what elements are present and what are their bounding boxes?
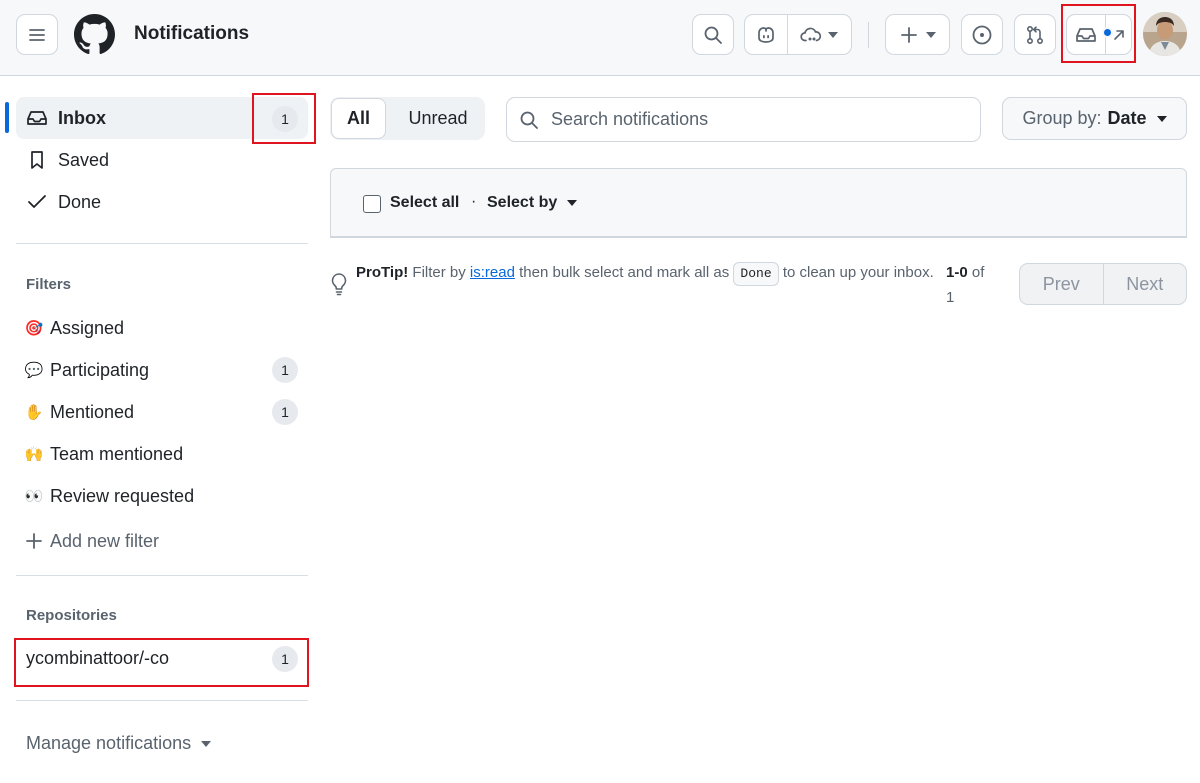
- copilot-icon: [757, 26, 774, 43]
- sidebar-item-saved[interactable]: Saved: [16, 139, 308, 181]
- sidebar-divider: [16, 700, 308, 701]
- mentioned-count-badge: 1: [272, 399, 298, 425]
- raised-hands-emoji-icon: 🙌: [24, 446, 44, 463]
- pull-requests-button[interactable]: [1014, 14, 1056, 55]
- active-indicator: [5, 102, 9, 133]
- search-button[interactable]: [692, 14, 734, 55]
- bookmark-icon: [26, 149, 48, 171]
- separator-dot: ·: [471, 193, 477, 210]
- page-title[interactable]: Notifications: [134, 23, 249, 45]
- repo-item[interactable]: ycombinattoor/-co: [26, 648, 169, 669]
- filter-label: Assigned: [50, 317, 125, 338]
- eyes-emoji-icon: 👀: [24, 488, 44, 505]
- group-by-label: Group by:: [1022, 108, 1102, 128]
- inbox-count-badge: 1: [272, 106, 298, 132]
- arrow-up-right-icon: [1113, 29, 1124, 40]
- filter-label: Review requested: [50, 485, 195, 506]
- add-filter-button[interactable]: Add new filter: [24, 526, 159, 556]
- tab-unread[interactable]: Unread: [392, 97, 484, 140]
- sidebar-divider: [16, 575, 308, 576]
- lightbulb-icon: [331, 273, 347, 296]
- filter-mentioned[interactable]: ✋ Mentioned: [24, 397, 134, 427]
- pagination-range: 1-0: [946, 264, 968, 281]
- select-by-label: Select by: [487, 194, 558, 211]
- protip-text: to clean up your inbox.: [782, 264, 934, 281]
- pagination-buttons: Prev Next: [1019, 263, 1187, 305]
- search-input[interactable]: [551, 109, 971, 130]
- plus-icon: [900, 26, 917, 43]
- issue-circle-icon: [972, 25, 992, 44]
- search-icon: [520, 111, 538, 129]
- sidebar-item-label: Done: [58, 191, 102, 212]
- filter-label: Participating: [50, 359, 150, 380]
- sidebar-item-label: Inbox: [58, 107, 106, 128]
- chevron-down-icon: [925, 31, 936, 38]
- filter-assigned[interactable]: 🎯 Assigned: [24, 313, 124, 343]
- protip-title: ProTip!: [356, 264, 409, 281]
- select-all-checkbox[interactable]: [363, 195, 381, 213]
- protip-text: Filter by: [412, 264, 466, 281]
- sidebar-item-done[interactable]: Done: [16, 181, 308, 223]
- filter-label: Mentioned: [50, 401, 135, 422]
- read-filter-segmented-control: All Unread: [330, 97, 485, 140]
- sidebar-item-label: Saved: [58, 149, 110, 170]
- issues-button[interactable]: [961, 14, 1003, 55]
- pagination-count: 1-0 of 1: [946, 260, 1006, 310]
- inbox-icon: [26, 107, 48, 129]
- inbox-icon: [1076, 27, 1097, 42]
- create-new-button[interactable]: [885, 14, 950, 55]
- chevron-down-icon: [567, 200, 578, 206]
- filter-team-mentioned[interactable]: 🙌 Team mentioned: [24, 439, 183, 469]
- participating-count-badge: 1: [272, 357, 298, 383]
- group-by-dropdown[interactable]: Group by: Date: [1002, 97, 1187, 140]
- next-button[interactable]: Next: [1104, 264, 1187, 304]
- filter-participating[interactable]: 💬 Participating: [24, 355, 149, 385]
- inbox-button-group: [1066, 14, 1132, 55]
- sidebar-item-inbox[interactable]: Inbox: [16, 97, 308, 139]
- done-keyword: Done: [733, 262, 779, 286]
- search-notifications-field[interactable]: [506, 97, 981, 142]
- unread-indicator-dot: [1102, 27, 1113, 38]
- is-read-link[interactable]: is:read: [470, 264, 515, 281]
- sidebar-divider: [16, 243, 308, 244]
- cloud-icon: [800, 27, 822, 41]
- select-all-label[interactable]: Select all: [390, 194, 459, 212]
- chevron-down-icon: [201, 740, 212, 747]
- check-icon: [26, 191, 48, 213]
- speech-bubble-emoji-icon: 💬: [24, 362, 44, 379]
- menu-button[interactable]: [16, 14, 58, 55]
- hamburger-icon: [29, 28, 45, 41]
- bulk-select-bar: Select all · Select by: [330, 168, 1187, 238]
- add-filter-label: Add new filter: [50, 530, 160, 551]
- prev-button[interactable]: Prev: [1020, 264, 1104, 304]
- select-by-dropdown[interactable]: Select by: [487, 194, 578, 212]
- github-logo-icon[interactable]: [74, 14, 115, 55]
- pagination-of: of: [971, 264, 985, 281]
- filter-label: Team mentioned: [50, 443, 184, 464]
- tab-all[interactable]: All: [331, 98, 386, 139]
- copilot-button-group: [744, 14, 852, 55]
- chevron-down-icon: [828, 31, 839, 38]
- filters-heading: Filters: [26, 276, 72, 293]
- inbox-button[interactable]: [1067, 15, 1113, 54]
- target-emoji-icon: 🎯: [24, 320, 44, 337]
- pagination-total: 1: [946, 289, 955, 306]
- chevron-down-icon: [1156, 115, 1167, 122]
- repositories-heading: Repositories: [26, 607, 117, 624]
- repo-count-badge: 1: [272, 646, 298, 672]
- avatar[interactable]: [1143, 12, 1187, 56]
- protip-text: then bulk select and mark all as: [519, 264, 730, 281]
- copilot-dropdown[interactable]: [788, 15, 851, 54]
- top-header: Notifications: [0, 0, 1200, 76]
- raised-hand-emoji-icon: ✋: [24, 404, 44, 421]
- pull-request-icon: [1026, 25, 1044, 44]
- search-icon: [704, 26, 722, 44]
- header-divider: [868, 22, 869, 48]
- manage-notifications-label: Manage notifications: [26, 733, 192, 753]
- manage-notifications-dropdown[interactable]: Manage notifications: [26, 733, 212, 754]
- plus-icon: [24, 531, 44, 551]
- filter-review-requested[interactable]: 👀 Review requested: [24, 481, 194, 511]
- copilot-button[interactable]: [745, 15, 788, 54]
- group-by-value: Date: [1107, 108, 1147, 128]
